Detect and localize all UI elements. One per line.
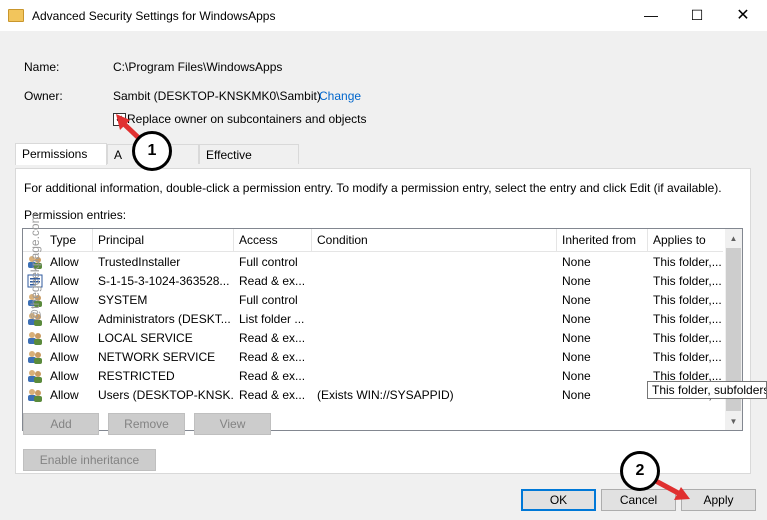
arrow-2-icon — [652, 477, 690, 500]
annotation-arrows — [116, 114, 690, 500]
step-2-badge: 2 — [620, 451, 660, 491]
step-1-badge: 1 — [132, 131, 172, 171]
